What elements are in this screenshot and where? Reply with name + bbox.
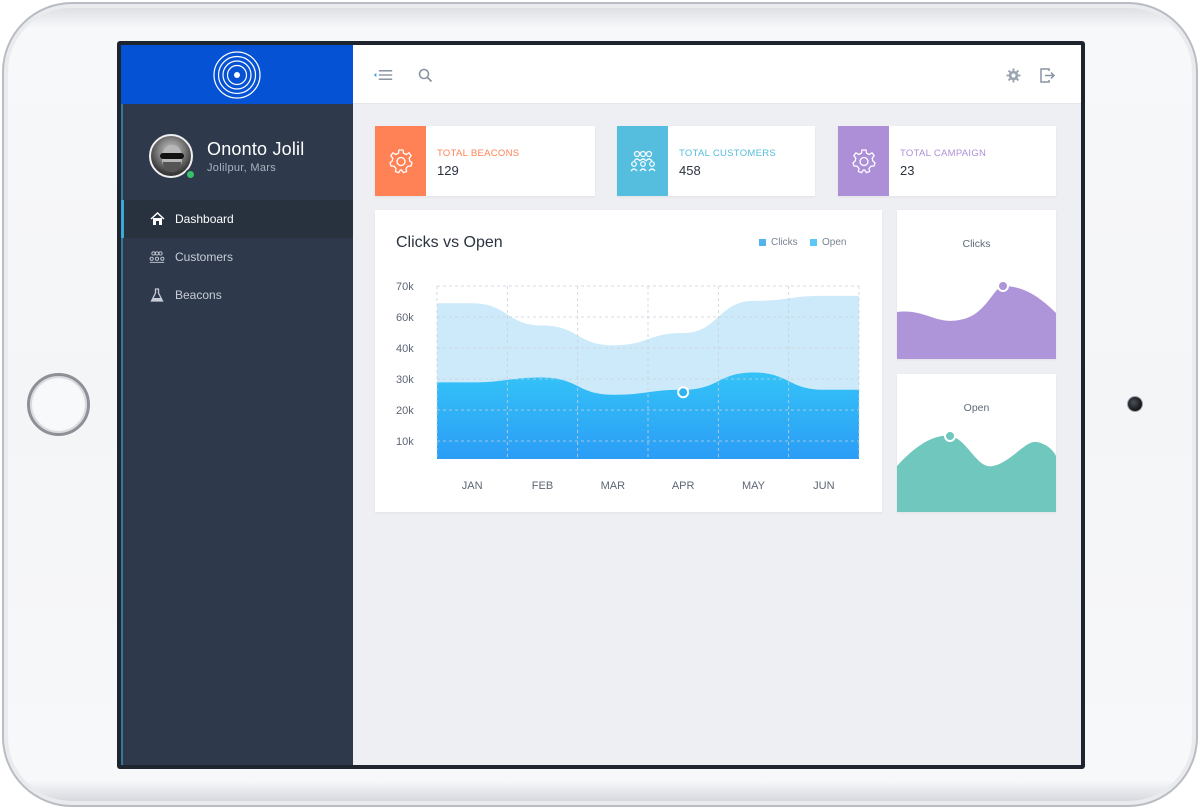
- mini-chart-point[interactable]: [997, 280, 1009, 292]
- y-tick-label: 10k: [396, 436, 414, 448]
- gear-icon[interactable]: [1003, 65, 1023, 85]
- flask-icon: [149, 287, 165, 303]
- logout-icon[interactable]: [1038, 65, 1058, 85]
- x-tick-label: MAY: [742, 480, 766, 492]
- profile-location: Jolilpur, Mars: [207, 162, 276, 174]
- mini-chart-clicks: Clicks: [897, 210, 1056, 359]
- x-tick-label: MAR: [601, 480, 626, 492]
- menu-collapse-icon[interactable]: [373, 65, 393, 85]
- clicks-vs-open-card: Clicks vs Open Clicks Open 70k 60k 40k 30k 2…: [375, 210, 882, 512]
- stat-card-beacons[interactable]: TOTAL BEACONS 129: [375, 126, 595, 196]
- y-tick-label: 20k: [396, 405, 414, 417]
- y-tick-label: 40k: [396, 343, 414, 355]
- gear-icon: [851, 149, 876, 174]
- mini-chart-point[interactable]: [944, 430, 956, 442]
- sidebar: Ononto Jolil Jolilpur, Mars Dashboard Cu…: [121, 45, 353, 765]
- app-logo-icon: [213, 50, 261, 99]
- customers-icon: [630, 150, 655, 172]
- profile-name: Ononto Jolil: [207, 139, 305, 159]
- stat-label: TOTAL BEACONS: [437, 148, 520, 159]
- stat-card-campaign[interactable]: TOTAL CAMPAIGN 23: [838, 126, 1056, 196]
- x-tick-label: JUN: [813, 480, 834, 492]
- y-tick-label: 30k: [396, 374, 414, 386]
- home-icon: [149, 211, 165, 227]
- stat-label: TOTAL CUSTOMERS: [679, 148, 777, 159]
- camera-icon: [1127, 396, 1143, 412]
- stat-label: TOTAL CAMPAIGN: [900, 148, 987, 159]
- x-tick-label: FEB: [532, 480, 553, 492]
- area-chart: 70k 60k 40k 30k 20k 10k JAN FEB MAR APR MAY JUN: [396, 281, 860, 492]
- screen: Ononto Jolil Jolilpur, Mars Dashboard Cu…: [117, 41, 1085, 769]
- sidebar-item-customers[interactable]: Customers: [121, 238, 353, 276]
- stat-value: 458: [679, 163, 701, 178]
- user-profile[interactable]: Ononto Jolil Jolilpur, Mars: [121, 104, 353, 200]
- sidebar-item-label: Dashboard: [175, 212, 234, 226]
- stat-icon-box: [375, 126, 426, 196]
- stat-card-customers[interactable]: TOTAL CUSTOMERS 458: [617, 126, 815, 196]
- sidebar-item-dashboard[interactable]: Dashboard: [121, 200, 353, 238]
- mini-chart-open: Open: [897, 374, 1056, 512]
- highlight-point[interactable]: [677, 386, 690, 399]
- sidebar-item-beacons[interactable]: Beacons: [121, 276, 353, 314]
- x-tick-label: APR: [672, 480, 695, 492]
- search-icon[interactable]: [415, 65, 435, 85]
- sidebar-item-label: Beacons: [175, 288, 222, 302]
- stat-icon-box: [838, 126, 889, 196]
- x-tick-label: JAN: [462, 480, 483, 492]
- y-tick-label: 60k: [396, 312, 414, 324]
- home-button[interactable]: [27, 373, 90, 436]
- stat-value: 23: [900, 163, 915, 178]
- customers-icon: [149, 249, 165, 265]
- sidebar-nav: Dashboard Customers Beacons: [121, 200, 353, 314]
- logo-bar[interactable]: [121, 45, 353, 104]
- sidebar-item-label: Customers: [175, 250, 234, 264]
- y-tick-label: 70k: [396, 281, 414, 293]
- mini-area-chart: [897, 280, 1056, 359]
- stat-value: 129: [437, 163, 459, 178]
- mini-area-chart: [897, 430, 1056, 512]
- stat-icon-box: [617, 126, 668, 196]
- gear-icon: [388, 149, 413, 174]
- online-status-dot: [185, 169, 196, 180]
- top-bar: [353, 45, 1081, 104]
